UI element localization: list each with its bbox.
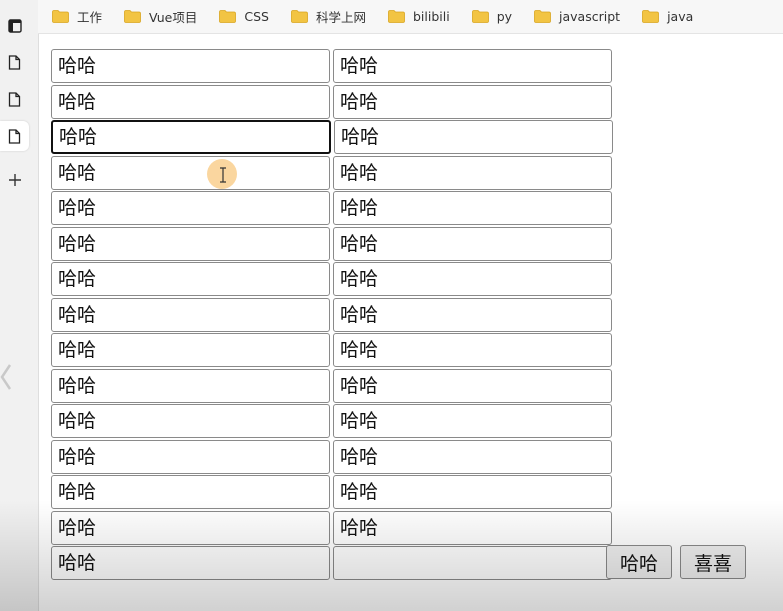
text-cursor-icon — [220, 167, 226, 183]
grid-row: 哈哈 哈哈 — [51, 49, 616, 83]
bookmark-label: javascript — [559, 9, 621, 24]
document-icon[interactable] — [0, 84, 29, 114]
text-input[interactable]: 哈哈 — [51, 439, 330, 474]
text-input[interactable]: 哈哈 — [51, 333, 330, 367]
folder-icon — [534, 10, 551, 23]
text-input[interactable]: 哈哈 — [333, 297, 612, 332]
bookmark-folder[interactable]: 科学上网 — [277, 0, 374, 33]
bookmark-folder[interactable]: bilibili — [374, 0, 458, 33]
folder-icon — [471, 10, 489, 23]
text-input[interactable]: 哈哈 — [333, 368, 612, 403]
text-input[interactable]: 哈哈 — [333, 439, 612, 474]
vertical-tab-strip — [0, 0, 39, 611]
text-input[interactable]: 哈哈 — [333, 191, 612, 225]
text-input[interactable]: 哈哈 — [51, 546, 330, 580]
grid-row: 哈哈 哈哈 — [51, 297, 616, 332]
grid-row: 哈哈 哈哈 — [51, 155, 616, 190]
grid-row: 哈哈 哈哈 — [51, 120, 616, 154]
bookmark-label: bilibili — [412, 9, 450, 24]
text-input[interactable]: 哈哈 — [51, 49, 330, 83]
window-icon[interactable] — [0, 11, 29, 41]
text-input[interactable]: 哈哈 — [51, 475, 330, 509]
bookmark-folder[interactable]: java — [628, 0, 701, 33]
folder-icon — [642, 10, 659, 23]
grid-row: 哈哈 哈哈 — [51, 439, 616, 474]
text-input[interactable]: 哈哈 — [51, 297, 330, 332]
text-input[interactable]: 哈哈 — [333, 262, 612, 296]
text-input[interactable]: 哈哈 — [51, 368, 330, 403]
bookmark-label: 科学上网 — [315, 10, 366, 25]
folder-icon — [52, 10, 69, 23]
bookmark-label: py — [496, 9, 513, 24]
text-input[interactable]: 哈哈 — [334, 120, 613, 154]
text-input[interactable]: 哈哈 — [51, 226, 330, 261]
bookmark-label: Vue项目 — [149, 10, 198, 25]
text-input[interactable]: 哈哈 — [51, 155, 330, 190]
text-input[interactable]: 哈哈 — [51, 84, 330, 119]
plus-icon[interactable] — [0, 165, 29, 195]
grid-row: 哈哈 — [51, 546, 616, 580]
text-input[interactable]: 哈哈 — [333, 84, 612, 119]
bookmark-label: 工作 — [77, 10, 103, 25]
text-input[interactable]: 哈哈 — [333, 510, 612, 545]
chevron-left-icon[interactable] — [0, 362, 14, 392]
input-grid: 哈哈 哈哈 哈哈 哈哈 哈哈 哈哈 哈哈 哈哈 哈哈 哈哈 哈哈 哈哈 哈哈 哈哈 哈哈 哈哈 哈哈 哈哈 哈哈 哈哈… — [51, 49, 616, 582]
bookmark-label: CSS — [244, 9, 269, 24]
grid-row: 哈哈 哈哈 — [51, 333, 616, 367]
folder-icon — [124, 10, 141, 23]
bookmarks-bar: 工作 Vue项目 CSS 科学上网 bilibili py javascript java — [38, 0, 783, 34]
grid-row: 哈哈 哈哈 — [51, 191, 616, 225]
grid-row: 哈哈 哈哈 — [51, 368, 616, 403]
bookmark-folder[interactable]: javascript — [520, 0, 628, 33]
page-content: 哈哈 哈哈 哈哈 哈哈 哈哈 哈哈 哈哈 哈哈 哈哈 哈哈 哈哈 哈哈 哈哈 哈哈 哈哈 哈哈 哈哈 哈哈 哈哈 哈哈… — [39, 34, 783, 611]
text-input[interactable]: 哈哈 — [333, 155, 612, 190]
grid-row: 哈哈 哈哈 — [51, 404, 616, 438]
text-input[interactable]: 哈哈 — [333, 475, 612, 509]
xixi-button[interactable]: 喜喜 — [680, 545, 746, 579]
folder-icon — [291, 10, 308, 23]
text-input[interactable]: 哈哈 — [333, 333, 612, 367]
grid-row: 哈哈 哈哈 — [51, 510, 616, 545]
haha-button[interactable]: 哈哈 — [606, 545, 672, 579]
bookmark-folder[interactable]: 工作 — [38, 0, 110, 33]
bookmark-folder[interactable]: Vue项目 — [110, 0, 205, 33]
bookmark-folder[interactable]: py — [458, 0, 520, 33]
text-input[interactable]: 哈哈 — [333, 226, 612, 261]
text-input[interactable]: 哈哈 — [333, 404, 612, 438]
text-input[interactable]: 哈哈 — [51, 510, 330, 545]
text-input[interactable]: 哈哈 — [51, 404, 330, 438]
grid-row: 哈哈 哈哈 — [51, 84, 616, 119]
text-input[interactable]: 哈哈 — [333, 49, 612, 83]
grid-row: 哈哈 哈哈 — [51, 262, 616, 296]
bookmark-label: java — [667, 9, 694, 24]
document-icon[interactable] — [0, 47, 29, 77]
document-icon[interactable] — [0, 121, 29, 151]
text-input[interactable]: 哈哈 — [51, 120, 331, 154]
folder-icon — [219, 10, 237, 23]
text-input[interactable] — [333, 546, 612, 580]
folder-icon — [388, 10, 405, 23]
grid-row: 哈哈 哈哈 — [51, 475, 616, 509]
text-input[interactable]: 哈哈 — [51, 191, 330, 225]
grid-row: 哈哈 哈哈 — [51, 226, 616, 261]
bookmark-folder[interactable]: CSS — [205, 0, 277, 33]
text-input[interactable]: 哈哈 — [51, 262, 330, 296]
